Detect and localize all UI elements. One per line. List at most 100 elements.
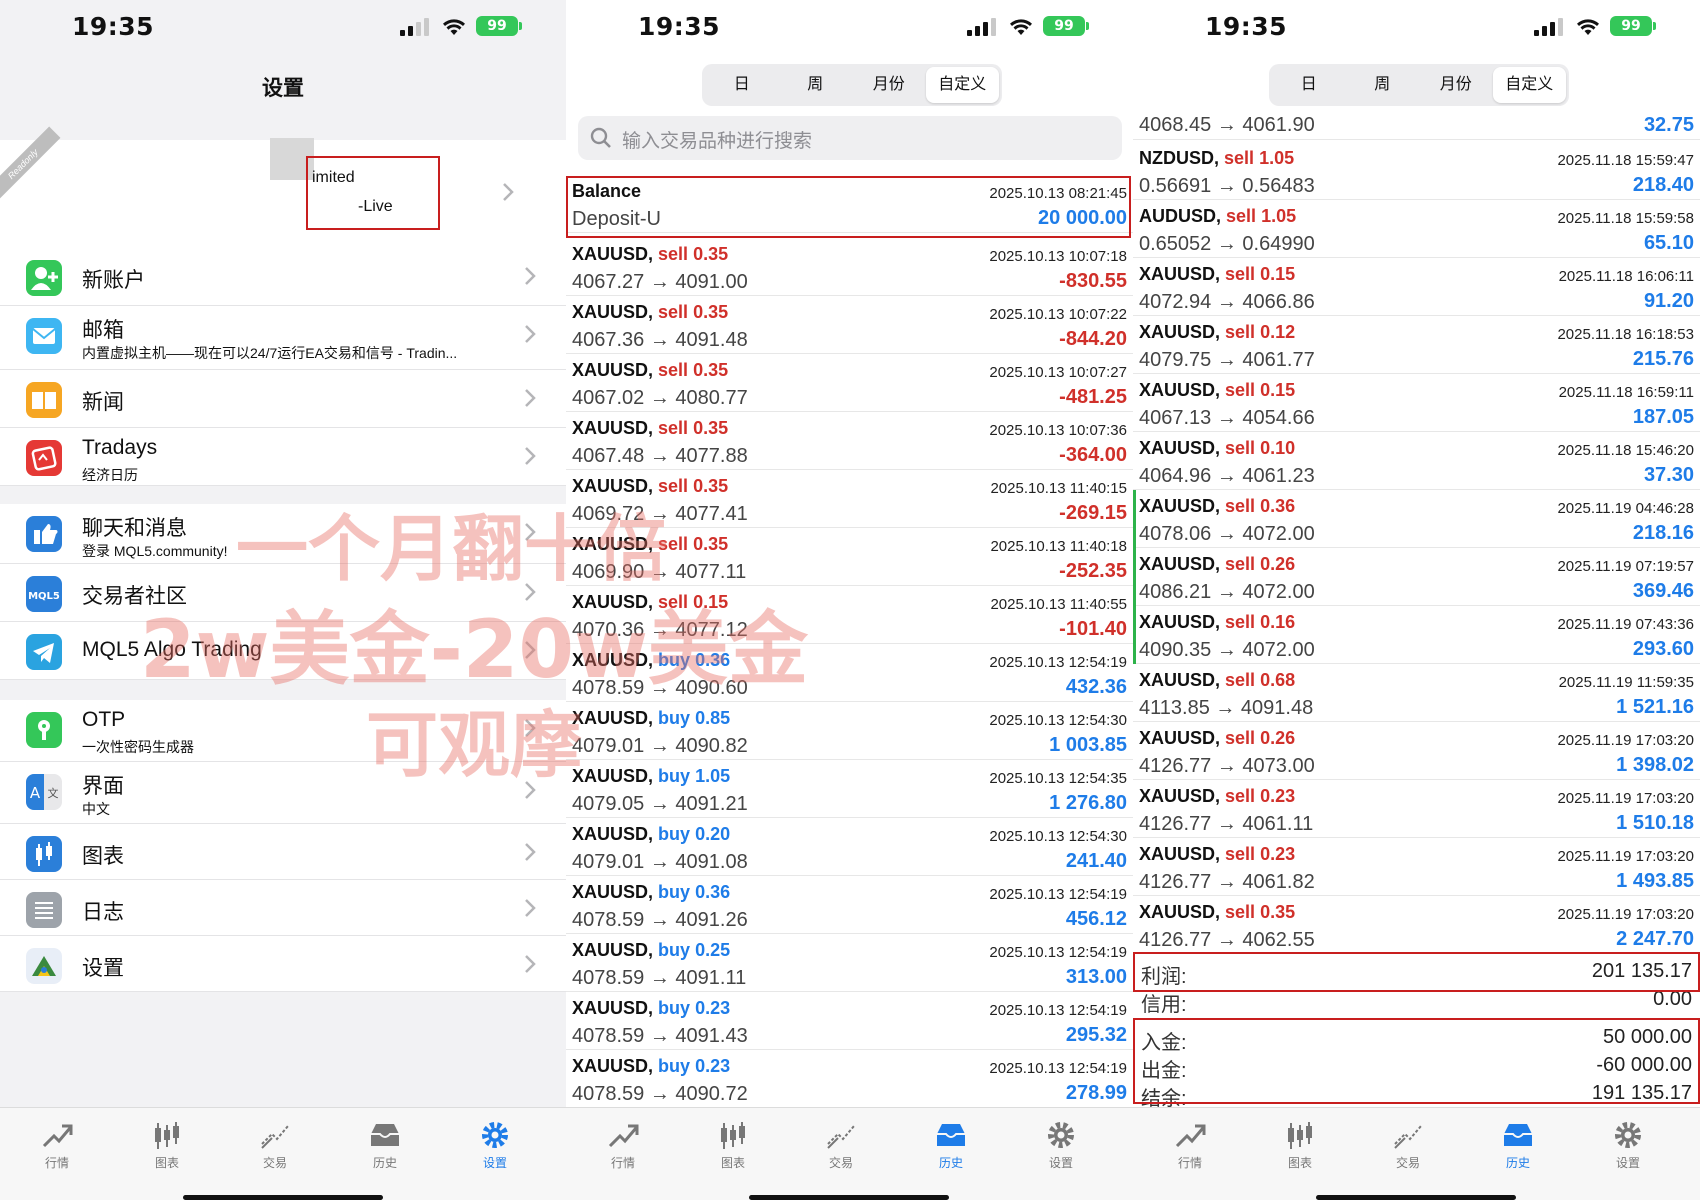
settings-item-label: 邮箱 [82, 319, 124, 342]
tab-trade[interactable]: 交易 [1373, 1120, 1443, 1171]
tab-trade[interactable]: 交易 [806, 1120, 876, 1171]
trade-row[interactable]: XAUUSD, sell 0.15 4067.13 → 4054.66 2025.1… [1133, 374, 1700, 432]
trade-row[interactable]: XAUUSD, sell 0.16 4090.35 → 4072.00 2025.1… [1133, 606, 1700, 664]
trade-row[interactable]: NZDUSD, sell 1.05 0.56691 → 0.56483 2025.1… [1133, 142, 1700, 200]
trade-row[interactable]: XAUUSD, sell 0.15 4072.94 → 4066.86 2025.1… [1133, 258, 1700, 316]
segment-month[interactable]: 月份 [852, 67, 926, 103]
trade-symbol-line: XAUUSD, sell 0.68 [1139, 670, 1295, 691]
trade-date: 2025.10.13 12:54:30 [989, 712, 1127, 729]
settings-item-6[interactable]: MQL5 Algo Trading [0, 622, 566, 680]
settings-item-4[interactable]: 聊天和消息 登录 MQL5.community! [0, 504, 566, 564]
home-indicator [1316, 1195, 1516, 1200]
trade-symbol-line: XAUUSD, buy 0.36 [572, 650, 730, 671]
trade-prices: 4126.77 → 4061.82 [1139, 871, 1315, 893]
period-segmented-control: 日 周 月份 自定义 [1269, 64, 1569, 106]
trade-date: 2025.11.19 17:03:20 [1557, 848, 1694, 865]
trade-row-partial[interactable]: 4068.45 → 4061.90 32.75 [1133, 110, 1700, 140]
settings-item-label: 新闻 [82, 391, 124, 414]
trade-symbol-line: XAUUSD, sell 0.10 [1139, 438, 1295, 459]
settings-item-5[interactable]: MQL5 交易者社区 [0, 564, 566, 622]
chevron-right-icon [525, 641, 536, 659]
trade-row[interactable]: XAUUSD, sell 0.36 4078.06 → 4072.00 2025.1… [1133, 490, 1700, 548]
trade-profit: 187.05 [1632, 406, 1694, 428]
segment-day[interactable]: 日 [1272, 67, 1346, 103]
tab-quotes[interactable]: 行情 [22, 1120, 92, 1171]
tab-charts[interactable]: 图表 [698, 1120, 768, 1171]
segment-week[interactable]: 周 [1346, 67, 1420, 103]
trade-symbol: XAUUSD, [572, 360, 654, 380]
segment-custom[interactable]: 自定义 [925, 67, 999, 103]
settings-item-3[interactable]: Tradays 经济日历 [0, 428, 566, 486]
trade-row[interactable]: XAUUSD, sell 0.35 4067.36 → 4091.48 2025.1… [566, 296, 1133, 354]
segment-custom[interactable]: 自定义 [1492, 67, 1566, 103]
tab-settings[interactable]: 设置 [460, 1120, 530, 1171]
trade-row[interactable]: XAUUSD, buy 1.05 4079.05 → 4091.21 2025.10… [566, 760, 1133, 818]
trade-prices: 4079.01 → 4090.82 [572, 735, 748, 757]
settings-item-1[interactable]: 邮箱 内置虚拟主机——现在可以24/7运行EA交易和信号 - Tradin... [0, 306, 566, 370]
trade-row[interactable]: XAUUSD, buy 0.23 4078.59 → 4091.43 2025.10… [566, 992, 1133, 1050]
trade-prices: 4078.59 → 4091.11 [572, 967, 747, 989]
tab-charts[interactable]: 图表 [132, 1120, 202, 1171]
trade-row[interactable]: XAUUSD, sell 0.26 4086.21 → 4072.00 2025.1… [1133, 548, 1700, 606]
settings-item-8[interactable]: A 文界面 中文 [0, 762, 566, 824]
trade-row[interactable]: AUDUSD, sell 1.05 0.65052 → 0.64990 2025.1… [1133, 200, 1700, 258]
settings-item-11[interactable]: 设置 [0, 936, 566, 992]
trade-date: 2025.10.13 11:40:55 [990, 596, 1127, 613]
trade-side: sell [1225, 380, 1256, 400]
settings-item-0[interactable]: 新账户 [0, 248, 566, 306]
chevron-right-icon [525, 447, 536, 465]
trade-symbol: XAUUSD, [572, 534, 654, 554]
tab-history[interactable]: 历史 [1483, 1120, 1553, 1171]
calendar-icon [26, 440, 62, 476]
trade-row[interactable]: XAUUSD, sell 0.23 4126.77 → 4061.82 2025.1… [1133, 838, 1700, 896]
trade-row[interactable]: XAUUSD, sell 0.26 4126.77 → 4073.00 2025.1… [1133, 722, 1700, 780]
trade-row[interactable]: XAUUSD, sell 0.35 4067.02 → 4080.77 2025.1… [566, 354, 1133, 412]
tab-trade[interactable]: 交易 [240, 1120, 310, 1171]
tab-charts[interactable]: 图表 [1265, 1120, 1335, 1171]
trade-row[interactable]: XAUUSD, sell 0.35 4067.27 → 4091.00 2025.1… [566, 238, 1133, 296]
settings-item-subtitle: 登录 MQL5.community! [82, 543, 228, 559]
trade-row[interactable]: XAUUSD, buy 0.25 4078.59 → 4091.11 2025.10… [566, 934, 1133, 992]
trade-lots: 0.20 [695, 824, 731, 844]
tab-settings[interactable]: 设置 [1026, 1120, 1096, 1171]
settings-item-7[interactable]: OTP 一次性密码生成器 [0, 700, 566, 762]
trade-row[interactable]: XAUUSD, sell 0.35 4126.77 → 4062.55 2025.1… [1133, 896, 1700, 954]
trade-row[interactable]: XAUUSD, buy 0.20 4079.01 → 4091.08 2025.10… [566, 818, 1133, 876]
tab-history[interactable]: 历史 [350, 1120, 420, 1171]
segment-month[interactable]: 月份 [1419, 67, 1493, 103]
trade-row[interactable]: XAUUSD, sell 0.35 4069.72 → 4077.41 2025.1… [566, 470, 1133, 528]
trade-prices: 4067.02 → 4080.77 [572, 387, 748, 409]
trade-row[interactable]: XAUUSD, sell 0.15 4070.36 → 4077.12 2025.1… [566, 586, 1133, 644]
trade-row[interactable]: XAUUSD, sell 0.12 4079.75 → 4061.77 2025.1… [1133, 316, 1700, 374]
settings-item-9[interactable]: 图表 [0, 824, 566, 880]
trade-row[interactable]: XAUUSD, buy 0.36 4078.59 → 4091.26 2025.10… [566, 876, 1133, 934]
tab-quotes[interactable]: 行情 [1155, 1120, 1225, 1171]
trade-row[interactable]: XAUUSD, buy 0.36 4078.59 → 4090.60 2025.10… [566, 644, 1133, 702]
trade-row[interactable]: XAUUSD, sell 0.23 4126.77 → 4061.11 2025.1… [1133, 780, 1700, 838]
search-input[interactable]: 输入交易品种进行搜索 [578, 116, 1122, 160]
trade-row[interactable]: XAUUSD, buy 0.23 4078.59 → 4090.72 2025.10… [566, 1050, 1133, 1108]
trade-row[interactable]: XAUUSD, buy 0.85 4079.01 → 4090.82 2025.10… [566, 702, 1133, 760]
segment-day[interactable]: 日 [705, 67, 779, 103]
tab-history[interactable]: 历史 [916, 1120, 986, 1171]
settings-item-10[interactable]: 日志 [0, 880, 566, 936]
tab-label: 图表 [154, 1156, 179, 1170]
tab-settings[interactable]: 设置 [1593, 1120, 1663, 1171]
trade-row[interactable]: XAUUSD, sell 0.10 4064.96 → 4061.23 2025.1… [1133, 432, 1700, 490]
chart-icon [132, 1120, 202, 1150]
trade-date: 2025.11.19 11:59:35 [1558, 674, 1694, 691]
settings-item-2[interactable]: 新闻 [0, 370, 566, 428]
trade-row[interactable]: XAUUSD, sell 0.35 4067.48 → 4077.88 2025.1… [566, 412, 1133, 470]
chevron-right-icon [525, 325, 536, 343]
settings-group-1: 新账户 邮箱 内置虚拟主机——现在可以24/7运行EA交易和信号 - Tradin.… [0, 248, 566, 486]
tab-quotes[interactable]: 行情 [588, 1120, 658, 1171]
tab-bar: 行情 图表 交易 历史 设置 [1133, 1107, 1700, 1200]
trade-row[interactable]: XAUUSD, sell 0.35 4069.90 → 4077.11 2025.1… [566, 528, 1133, 586]
period-segmented-control: 日 周 月份 自定义 [702, 64, 1002, 106]
chevron-right-icon [503, 183, 514, 201]
trade-row[interactable]: XAUUSD, sell 0.68 4113.85 → 4091.48 2025.1… [1133, 664, 1700, 722]
segment-week[interactable]: 周 [779, 67, 853, 103]
trade-lots: 0.15 [1260, 380, 1296, 400]
wifi-icon [1577, 19, 1599, 35]
trade-date: 2025.11.18 15:59:58 [1557, 210, 1694, 227]
